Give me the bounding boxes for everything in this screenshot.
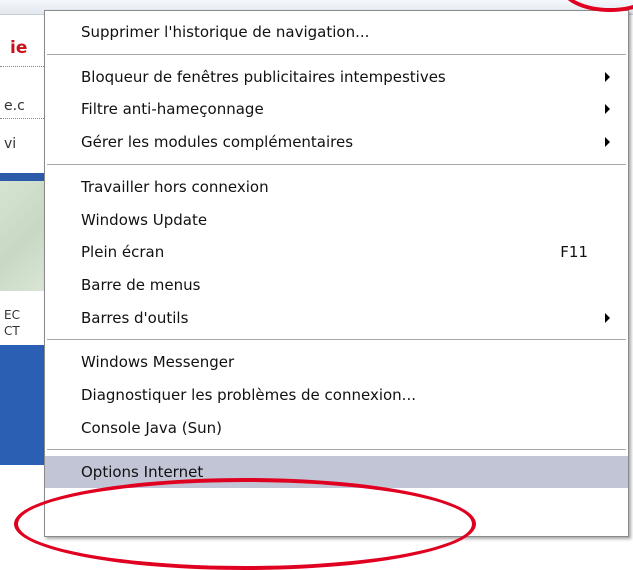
menu-item-label: Gérer les modules complémentaires [81, 133, 354, 152]
menu-item-shortcut: F11 [560, 243, 588, 262]
menu-item-label: Bloqueur de fenêtres publicitaires intem… [81, 67, 446, 86]
menu-item-label: Supprimer l'historique de navigation... [81, 23, 370, 41]
menu-item-supprimer-l-historique-de-navigation[interactable]: Supprimer l'historique de navigation... [45, 16, 628, 48]
menu-item-label: Barre de menus [81, 275, 201, 294]
menu-item-label: Options Internet [81, 463, 204, 482]
menu-item-label: Plein écran [81, 243, 165, 262]
tools-menu: Supprimer l'historique de navigation... B… [44, 10, 629, 537]
background-text-fragment: vi [4, 136, 17, 152]
menu-item-plein-ecran[interactable]: Plein écran F11 [45, 236, 628, 268]
menu-item-label: Travailler hors connexion [81, 177, 269, 196]
menu-item-barre-de-menus[interactable]: Barre de menus [45, 269, 628, 301]
submenu-arrow-icon [605, 104, 610, 115]
menu-item-filtre-anti-hameconnage[interactable]: Filtre anti-hameçonnage [45, 93, 628, 125]
menu-item-options-internet[interactable]: Options Internet [45, 456, 628, 489]
menu-item-label: Barres d'outils [81, 308, 189, 327]
menu-separator [47, 163, 626, 166]
menu-item-label: Windows Messenger [81, 353, 235, 372]
menu-item-windows-messenger[interactable]: Windows Messenger [45, 346, 628, 378]
background-divider [0, 118, 44, 119]
menu-item-diagnostiquer-les-problemes-de-connexion[interactable]: Diagnostiquer les problèmes de connexion… [45, 379, 628, 411]
menu-item-travailler-hors-connexion[interactable]: Travailler hors connexion [45, 171, 628, 203]
menu-item-label: Console Java (Sun) [81, 418, 223, 437]
menu-item-label: Filtre anti-hameçonnage [81, 100, 264, 119]
menu-separator [47, 449, 626, 452]
submenu-arrow-icon [605, 312, 610, 323]
background-text-fragment: EC [4, 308, 20, 322]
menu-item-bloqueur-de-fenetres-publicitaires-intempestives[interactable]: Bloqueur de fenêtres publicitaires intem… [45, 61, 628, 93]
background-text-fragment: ie [10, 38, 28, 58]
background-text-fragment: CT [4, 324, 20, 338]
submenu-arrow-icon [605, 71, 610, 82]
submenu-arrow-icon [605, 137, 610, 148]
background-divider [0, 66, 44, 67]
menu-item-console-java-sun[interactable]: Console Java (Sun) [45, 412, 628, 444]
menu-item-gerer-les-modules-complementaires[interactable]: Gérer les modules complémentaires [45, 126, 628, 158]
menu-item-windows-update[interactable]: Windows Update [45, 204, 628, 236]
menu-separator [47, 339, 626, 342]
menu-item-label: Diagnostiquer les problèmes de connexion… [81, 386, 416, 404]
menu-separator [47, 53, 626, 56]
menu-item-barres-d-outils[interactable]: Barres d'outils [45, 302, 628, 334]
menu-item-label: Windows Update [81, 210, 208, 229]
background-text-fragment: e.c [4, 98, 25, 114]
